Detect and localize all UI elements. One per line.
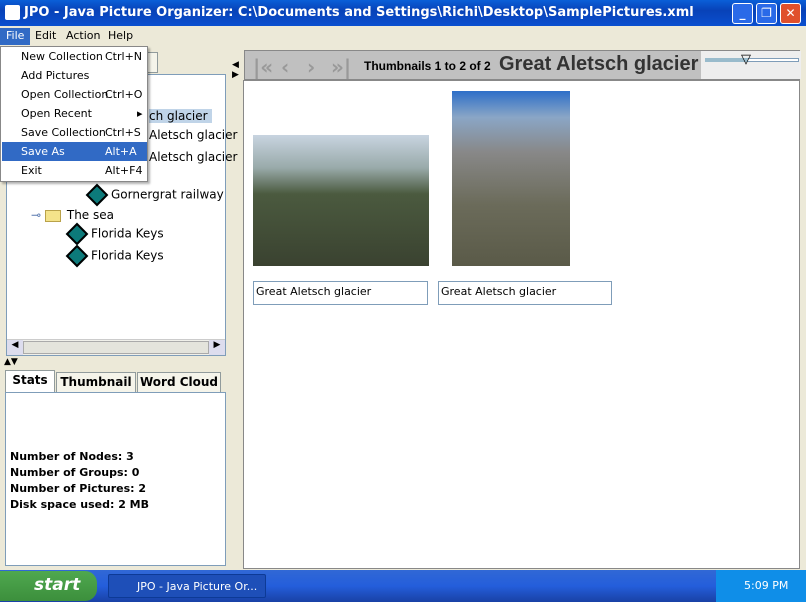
menu-item-save-collection[interactable]: Save Collection Ctrl+S bbox=[2, 123, 147, 142]
thumbnail-image[interactable] bbox=[253, 135, 429, 266]
thumbnail-panel: Great Aletsch glacier Great Aletsch glac… bbox=[243, 80, 800, 569]
minimize-button[interactable]: _ bbox=[732, 3, 753, 24]
scroll-thumb[interactable] bbox=[23, 341, 209, 354]
menu-item-exit[interactable]: Exit Alt+F4 bbox=[2, 161, 147, 180]
folder-icon bbox=[44, 209, 61, 222]
menu-item-save-as[interactable]: Save As Alt+A bbox=[2, 142, 147, 161]
stats-panel: Number of Nodes: 3 Number of Groups: 0 N… bbox=[5, 392, 226, 566]
maximize-button[interactable]: ❐ bbox=[756, 3, 777, 24]
taskbar-task-jpo[interactable]: JPO - Java Picture Or... bbox=[108, 574, 266, 598]
slider-thumb-icon: ▽ bbox=[741, 52, 751, 67]
thumbnail-image[interactable] bbox=[452, 91, 570, 266]
picture-icon bbox=[65, 222, 89, 246]
tree-node-picture[interactable]: Gornergrat railway bbox=[85, 183, 224, 207]
stat-disk-space: Disk space used: 2 MB bbox=[10, 498, 150, 511]
thumbnail-toolbar: |« ‹ › »| Thumbnails 1 to 2 of 2 Great A… bbox=[244, 50, 801, 80]
previous-page-icon[interactable]: ‹ bbox=[281, 55, 289, 79]
next-page-icon[interactable]: › bbox=[307, 55, 315, 79]
tree-node[interactable]: Aletsch glacier bbox=[149, 150, 237, 164]
stat-pictures: Number of Pictures: 2 bbox=[10, 482, 147, 495]
menu-item-add-pictures[interactable]: Add Pictures bbox=[2, 66, 147, 85]
tree-node-selected[interactable]: ch glacier bbox=[149, 109, 212, 123]
menu-edit[interactable]: Edit bbox=[29, 28, 62, 45]
thumbnail-caption[interactable]: Great Aletsch glacier bbox=[438, 281, 612, 305]
clock: 5:09 PM bbox=[744, 579, 789, 592]
tab-word-cloud[interactable]: Word Cloud bbox=[137, 372, 221, 392]
title-bar: JPO - Java Picture Organizer: C:\Documen… bbox=[0, 0, 806, 26]
menu-item-open-collection[interactable]: Open Collection Ctrl+O bbox=[2, 85, 147, 104]
stat-groups: Number of Groups: 0 bbox=[10, 466, 140, 479]
window-title: JPO - Java Picture Organizer: C:\Documen… bbox=[24, 5, 694, 20]
horizontal-scrollbar[interactable]: ◀ ▶ bbox=[7, 339, 225, 355]
thumbnail-count: Thumbnails 1 to 2 of 2 bbox=[364, 59, 491, 73]
tree-node-picture[interactable]: Florida Keys bbox=[65, 222, 164, 246]
scroll-right-icon: ▶ bbox=[209, 340, 225, 355]
stat-nodes: Number of Nodes: 3 bbox=[10, 450, 134, 463]
collection-title: Great Aletsch glacier bbox=[499, 53, 699, 75]
file-menu: New Collection Ctrl+N Add Pictures Open C… bbox=[0, 46, 148, 182]
taskbar: start JPO - Java Picture Or... 5:09 PM bbox=[0, 570, 806, 602]
tab-stats[interactable]: Stats bbox=[5, 370, 55, 392]
splitter-collapse-icon[interactable]: ◀ ▶ bbox=[232, 60, 239, 80]
first-page-icon[interactable]: |« bbox=[253, 55, 273, 79]
tree-node-picture[interactable]: Florida Keys bbox=[65, 244, 164, 268]
thumbnail-caption[interactable]: Great Aletsch glacier bbox=[253, 281, 428, 305]
menu-file[interactable]: File bbox=[0, 28, 31, 45]
picture-icon bbox=[85, 183, 109, 207]
menu-action[interactable]: Action bbox=[60, 28, 106, 45]
system-tray: 5:09 PM bbox=[716, 570, 806, 602]
tree-node[interactable]: Aletsch glacier bbox=[149, 128, 237, 142]
zoom-slider[interactable]: ▽ bbox=[701, 51, 801, 79]
tab-thumbnail[interactable]: Thumbnail bbox=[56, 372, 136, 392]
scroll-left-icon: ◀ bbox=[7, 340, 23, 355]
menu-item-open-recent[interactable]: Open Recent ▸ bbox=[2, 104, 147, 123]
menu-item-new-collection[interactable]: New Collection Ctrl+N bbox=[2, 47, 147, 66]
menu-bar: File Edit Action Help bbox=[0, 26, 806, 46]
last-page-icon[interactable]: »| bbox=[331, 55, 351, 79]
submenu-arrow-icon: ▸ bbox=[137, 107, 143, 120]
splitter-arrows-icon[interactable]: ▲▼ bbox=[4, 357, 18, 367]
java-app-icon bbox=[5, 5, 20, 20]
tree-node-group[interactable]: ⊸ The sea bbox=[31, 208, 114, 222]
close-button[interactable]: ✕ bbox=[780, 3, 801, 24]
picture-icon bbox=[65, 244, 89, 268]
menu-help[interactable]: Help bbox=[102, 28, 139, 45]
start-button[interactable]: start bbox=[0, 571, 97, 601]
